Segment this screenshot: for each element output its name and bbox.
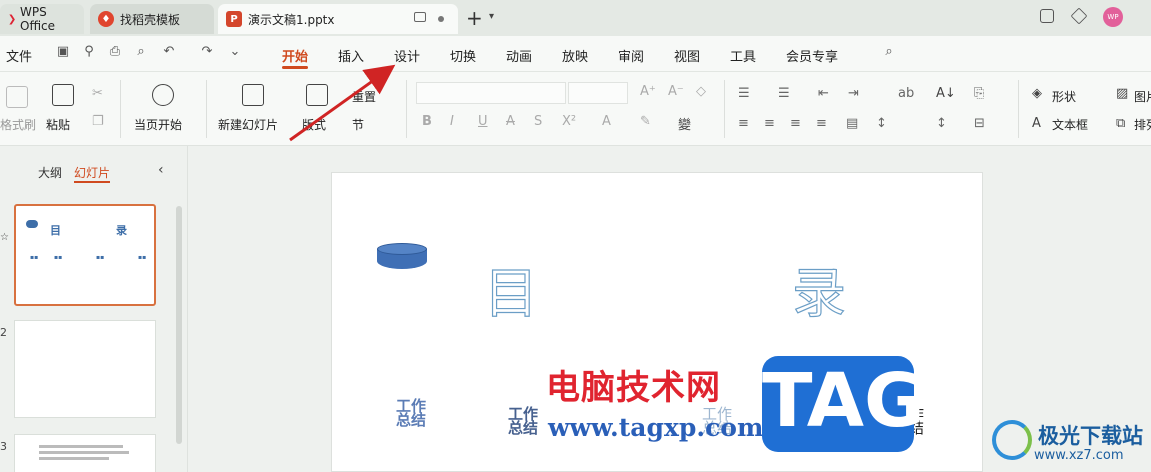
annotation-arrow-icon <box>289 64 396 142</box>
